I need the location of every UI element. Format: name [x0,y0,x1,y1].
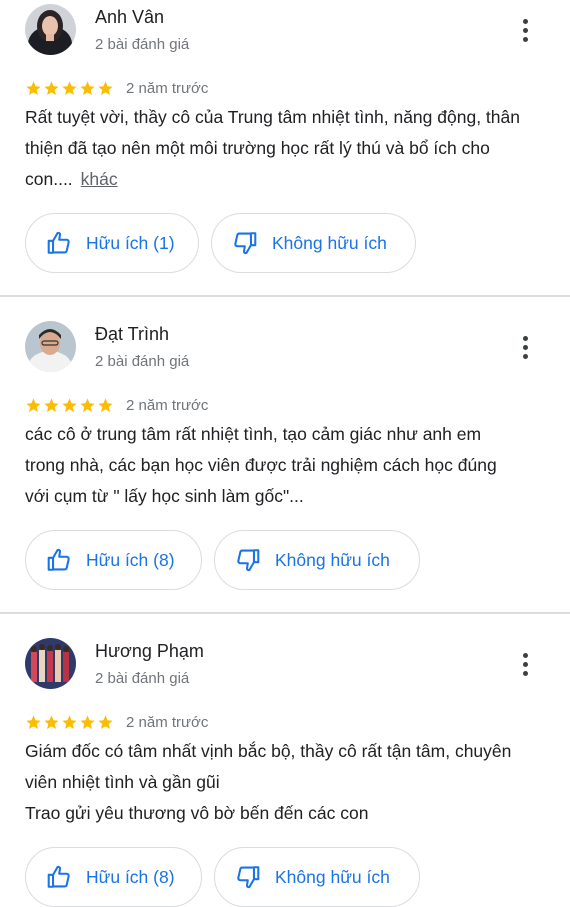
helpful-button[interactable]: Hữu ích (8) [25,847,202,907]
thumbs-up-icon [47,231,70,254]
star-icon [26,714,41,729]
review-text-line: con.... [25,169,73,189]
star-icon [62,80,77,95]
review-count: 2 bài đánh giá [95,353,190,370]
more-options-icon[interactable] [511,647,539,681]
review-text-line: Trao gửi yêu thương vô bờ bến đến các co… [25,803,369,823]
not-helpful-label: Không hữu ích [275,866,390,887]
star-icon [80,714,95,729]
helpful-label: Hữu ích (8) [86,549,175,570]
review-time: 2 năm trước [126,396,209,414]
more-options-icon[interactable] [511,13,539,47]
review-text-line: với cụm từ " lấy học sinh làm gốc"... [25,486,304,506]
helpful-button[interactable]: Hữu ích (8) [25,530,202,590]
reviewer-name[interactable]: Anh Vân [95,7,164,28]
review-text-line: viên nhiệt tình và gần gũi [25,772,220,792]
review-text-line: Rất tuyệt vời, thầy cô của Trung tâm nhi… [25,107,520,127]
reviewer-name[interactable]: Hương Phạm [95,641,204,662]
not-helpful-button[interactable]: Không hữu ích [214,847,420,907]
star-rating [25,80,114,97]
avatar[interactable] [25,321,76,372]
star-icon [80,80,95,95]
review-count: 2 bài đánh giá [95,36,190,53]
thumbs-down-icon [237,866,260,889]
avatar[interactable] [25,4,76,55]
star-icon [98,80,113,95]
review-text-line: Giám đốc có tâm nhất vịnh bắc bộ, thầy c… [25,741,512,761]
more-options-icon[interactable] [511,330,539,364]
thumbs-down-icon [237,549,260,572]
not-helpful-button[interactable]: Không hữu ích [211,213,416,273]
review-time: 2 năm trước [126,713,209,731]
star-rating [25,397,114,414]
star-rating [25,714,114,731]
helpful-label: Hữu ích (8) [86,866,175,887]
not-helpful-button[interactable]: Không hữu ích [214,530,420,590]
star-icon [44,714,59,729]
star-icon [98,397,113,412]
star-icon [62,397,77,412]
reviewer-name[interactable]: Đạt Trình [95,324,169,345]
thumbs-down-icon [234,232,257,255]
review-card: Đạt Trình 2 bài đánh giá 2 năm trước các… [0,297,570,612]
rating-row: 2 năm trước [25,712,208,732]
thumbs-up-icon [47,865,70,888]
star-icon [80,397,95,412]
star-icon [26,397,41,412]
review-count: 2 bài đánh giá [95,670,190,687]
review-text-line: các cô ở trung tâm rất nhiệt tình, tạo c… [25,424,482,444]
not-helpful-label: Không hữu ích [272,232,387,253]
helpful-label: Hữu ích (1) [86,232,175,253]
star-icon [26,80,41,95]
review-time: 2 năm trước [126,79,209,97]
thumbs-up-icon [47,548,70,571]
review-text: Giám đốc có tâm nhất vịnh bắc bộ, thầy c… [25,736,553,829]
rating-row: 2 năm trước [25,78,208,98]
review-text: các cô ở trung tâm rất nhiệt tình, tạo c… [25,419,553,512]
star-icon [44,80,59,95]
star-icon [44,397,59,412]
rating-row: 2 năm trước [25,395,208,415]
review-text-line: trong nhà, các bạn học viên được trải ng… [25,455,497,475]
more-link[interactable]: khác [81,169,118,189]
review-text: Rất tuyệt vời, thầy cô của Trung tâm nhi… [25,102,553,195]
helpful-button[interactable]: Hữu ích (1) [25,213,199,273]
not-helpful-label: Không hữu ích [275,549,390,570]
avatar[interactable] [25,638,76,689]
star-icon [62,714,77,729]
review-card: Anh Vân 2 bài đánh giá 2 năm trước Rất t… [0,0,570,295]
star-icon [98,714,113,729]
review-text-line: thiện đã tạo nên một môi trường học rất … [25,138,490,158]
review-card: Hương Phạm 2 bài đánh giá 2 năm trước Gi… [0,614,570,907]
